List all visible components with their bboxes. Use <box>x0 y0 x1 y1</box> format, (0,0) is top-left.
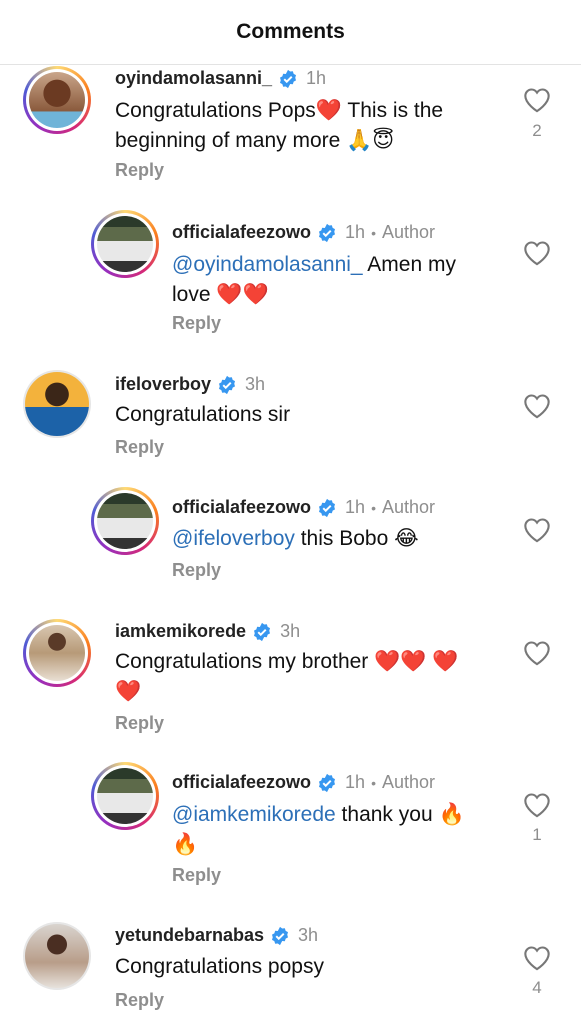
comment-body: Congratulations popsy <box>115 955 324 978</box>
avatar[interactable] <box>91 762 159 830</box>
author-label: Author <box>381 772 436 792</box>
comment-time: 1h <box>345 497 366 517</box>
comment-text: @iamkemikorede thank you 🔥🔥 <box>172 800 472 860</box>
author-label: Author <box>381 497 436 517</box>
verified-badge-icon <box>280 69 297 88</box>
verified-badge-icon <box>319 498 336 517</box>
like-count: 2 <box>532 121 542 140</box>
page-title: Comments <box>236 20 345 43</box>
mention-link[interactable]: @oyindamolasanni_ <box>172 253 363 276</box>
heart-outline-icon[interactable] <box>523 517 551 543</box>
comment-text: Congratulations Pops❤️ This is the begin… <box>115 96 485 156</box>
reply-button[interactable]: Reply <box>115 713 164 734</box>
separator-dot: • <box>371 774 376 791</box>
comment-time: 3h <box>298 925 319 945</box>
like-count: 4 <box>532 978 542 997</box>
comment-body: Congratulations sir <box>115 403 291 426</box>
like-count: 1 <box>532 825 542 844</box>
mention-link[interactable]: @ifeloverboy <box>172 527 295 550</box>
avatar[interactable] <box>23 922 91 990</box>
comment-username[interactable]: yetundebarnabas <box>115 925 264 946</box>
comment-username[interactable]: officialafeezowo <box>172 497 311 518</box>
avatar[interactable] <box>23 619 91 687</box>
heart-outline-icon[interactable] <box>523 393 551 419</box>
comment-time: 1h <box>345 222 366 242</box>
reply-button[interactable]: Reply <box>172 865 221 886</box>
verified-badge-icon <box>254 622 271 641</box>
reply-button[interactable]: Reply <box>172 313 221 334</box>
reply-button[interactable]: Reply <box>115 990 164 1011</box>
avatar[interactable] <box>91 487 159 555</box>
comment-username[interactable]: ifeloverboy <box>115 374 211 395</box>
reply-button[interactable]: Reply <box>172 560 221 581</box>
heart-outline-icon[interactable] <box>523 240 551 266</box>
heart-outline-icon[interactable] <box>523 640 551 666</box>
reply-button[interactable]: Reply <box>115 437 164 458</box>
verified-badge-icon <box>219 375 236 394</box>
comment-username[interactable]: oyindamolasanni_ <box>115 68 272 89</box>
comment-time: 1h <box>306 68 327 88</box>
heart-outline-icon[interactable] <box>523 945 551 971</box>
reply-button[interactable]: Reply <box>115 160 164 181</box>
separator-dot: • <box>371 224 376 241</box>
mention-link[interactable]: @iamkemikorede <box>172 803 336 826</box>
verified-badge-icon <box>272 926 289 945</box>
verified-badge-icon <box>319 773 336 792</box>
comment-body: this Bobo 😂 <box>294 527 419 550</box>
comments-header: Comments <box>0 0 581 65</box>
heart-outline-icon[interactable] <box>523 87 551 113</box>
comment-text: @ifeloverboy this Bobo 😂 <box>172 524 502 554</box>
comment-time: 3h <box>245 374 266 394</box>
comment-username[interactable]: officialafeezowo <box>172 772 311 793</box>
comment-text: Congratulations popsy <box>115 952 485 982</box>
comment-time: 3h <box>280 621 301 641</box>
avatar[interactable] <box>23 370 91 438</box>
comment-body: Congratulations Pops❤️ This is the begin… <box>115 99 444 152</box>
comment-username[interactable]: officialafeezowo <box>172 222 311 243</box>
verified-badge-icon <box>319 223 336 242</box>
comment-body: Congratulations my brother ❤️❤️ ❤️❤️ <box>115 650 459 703</box>
comment-text: Congratulations sir <box>115 400 485 430</box>
avatar[interactable] <box>91 210 159 278</box>
comment-text: Congratulations my brother ❤️❤️ ❤️❤️ <box>115 647 460 707</box>
author-label: Author <box>381 222 436 242</box>
comment-text: @oyindamolasanni_ Amen my love ❤️❤️ <box>172 250 462 310</box>
heart-outline-icon[interactable] <box>523 792 551 818</box>
avatar[interactable] <box>23 66 91 134</box>
comment-username[interactable]: iamkemikorede <box>115 621 246 642</box>
comment-time: 1h <box>345 772 366 792</box>
separator-dot: • <box>371 499 376 516</box>
